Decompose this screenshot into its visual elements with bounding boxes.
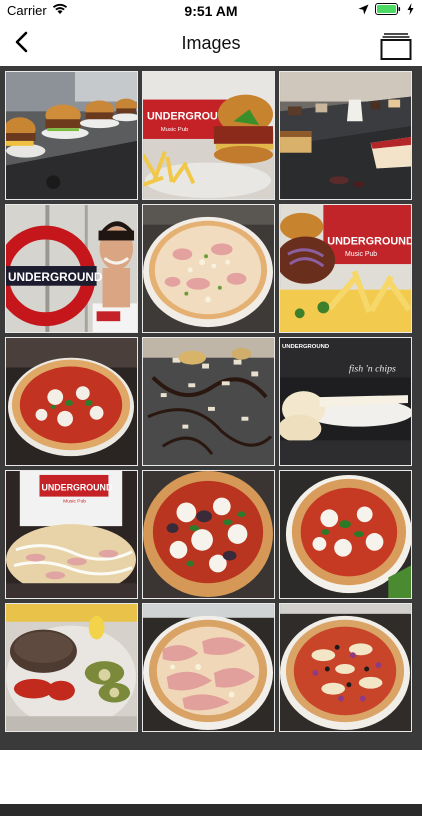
- status-right: [358, 3, 414, 18]
- underground-text-4: UNDERGROUND: [282, 344, 329, 350]
- music-pub-text-1: Music Pub: [161, 127, 189, 133]
- fish-chips-text: fish 'n chips: [349, 363, 396, 374]
- gallery-button[interactable]: [380, 27, 412, 61]
- image-grid-container[interactable]: UNDERGROUND Music Pub UNDERGROUND UNDERG…: [0, 66, 422, 816]
- underground-text-2: UNDERGROUND: [8, 270, 103, 284]
- image-thumbnail-13[interactable]: [5, 603, 138, 732]
- battery-icon: [375, 3, 401, 18]
- burger-fries-photo: UNDERGROUND Music Pub: [143, 72, 274, 199]
- image-thumbnail-4[interactable]: UNDERGROUND: [5, 204, 138, 333]
- grilled-patty-photo: [6, 604, 137, 731]
- image-grid: UNDERGROUND Music Pub UNDERGROUND UNDERG…: [5, 71, 417, 732]
- image-thumbnail-7[interactable]: [5, 337, 138, 466]
- ham-pizza-photo: [143, 205, 274, 332]
- margherita-pizza-photo: [6, 338, 137, 465]
- onion-olive-pizza-photo: [280, 604, 411, 731]
- underground-text-3: UNDERGROUND: [327, 235, 411, 247]
- image-thumbnail-5[interactable]: [142, 204, 275, 333]
- staff-pizza-photo: UNDERGROUND Music Pub: [6, 471, 137, 598]
- basil-eggplant-pizza-photo: [143, 471, 274, 598]
- image-thumbnail-9[interactable]: UNDERGROUND fish 'n chips: [279, 337, 412, 466]
- status-bar: Carrier 9:51 AM: [0, 0, 422, 22]
- navigation-bar: Images: [0, 22, 422, 67]
- prosciutto-pizza-photo: [143, 604, 274, 731]
- image-thumbnail-10[interactable]: UNDERGROUND Music Pub: [5, 470, 138, 599]
- image-thumbnail-2[interactable]: UNDERGROUND Music Pub: [142, 71, 275, 200]
- desserts-photo: [280, 72, 411, 199]
- page-title: Images: [181, 33, 241, 53]
- image-thumbnail-14[interactable]: [142, 603, 275, 732]
- charging-bolt-icon: [407, 3, 414, 18]
- music-pub-text-2: Music Pub: [345, 251, 377, 258]
- music-pub-text-3: Music Pub: [63, 499, 86, 505]
- location-arrow-icon: [358, 3, 369, 18]
- underground-man-photo: UNDERGROUND: [6, 205, 137, 332]
- image-thumbnail-3[interactable]: [279, 71, 412, 200]
- image-thumbnail-1[interactable]: [5, 71, 138, 200]
- image-thumbnail-11[interactable]: [142, 470, 275, 599]
- image-thumbnail-6[interactable]: UNDERGROUND Music Pub: [279, 204, 412, 333]
- underground-text-5: UNDERGROUND: [41, 483, 112, 493]
- bottom-edge: [0, 804, 422, 816]
- image-thumbnail-8[interactable]: [142, 337, 275, 466]
- basil-tomato-pizza-photo: [280, 471, 411, 598]
- burgers-photo: [6, 72, 137, 199]
- image-thumbnail-12[interactable]: [279, 470, 412, 599]
- chocolate-dessert-photo: [143, 338, 274, 465]
- fish-chips-photo: UNDERGROUND fish 'n chips: [280, 338, 411, 465]
- image-thumbnail-15[interactable]: [279, 603, 412, 732]
- pulled-pork-photo: UNDERGROUND Music Pub: [280, 205, 411, 332]
- stacked-images-icon: [380, 33, 412, 65]
